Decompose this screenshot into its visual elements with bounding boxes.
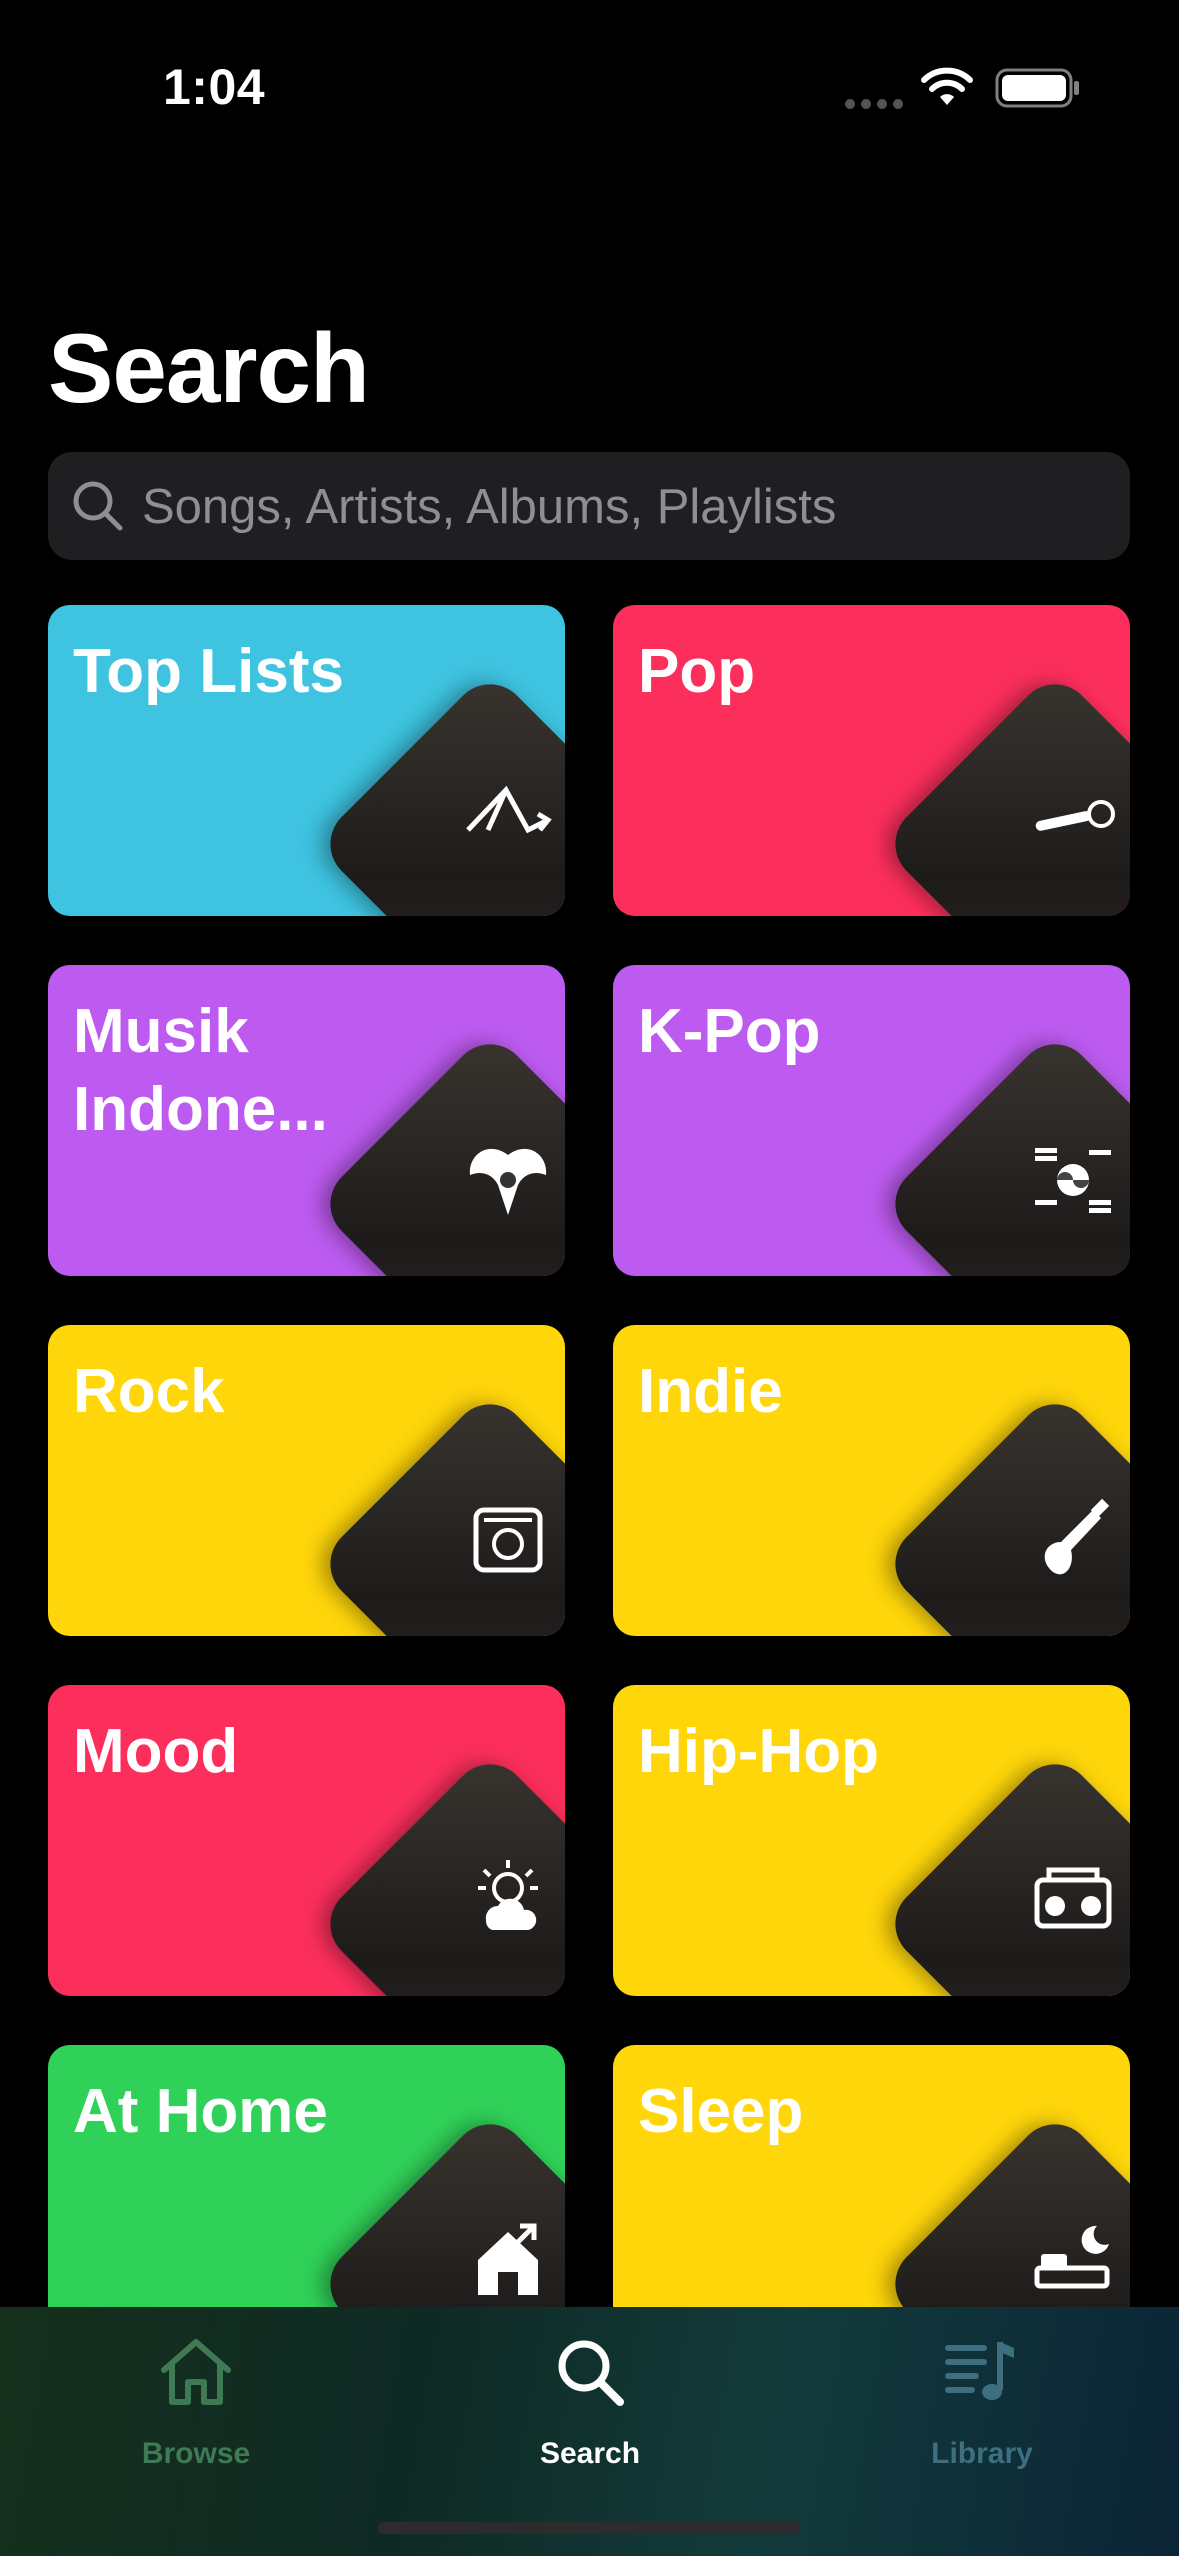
tab-search[interactable]: Search xyxy=(460,2327,720,2497)
category-label: Sleep xyxy=(638,2077,804,2146)
status-bar: 1:04 xyxy=(0,0,1179,170)
battery-icon xyxy=(995,68,1079,108)
category-label: Mood xyxy=(73,1717,239,1786)
sun-cloud-icon xyxy=(478,1860,538,1930)
category-tile[interactable]: At Home xyxy=(48,2045,565,2315)
category-tile[interactable]: Musik Indone... xyxy=(48,965,565,1276)
bed-moon-icon xyxy=(1034,2225,1110,2289)
boombox-icon xyxy=(1034,1867,1112,1929)
category-tile[interactable]: Pop xyxy=(613,605,1130,916)
house-arrow-icon xyxy=(478,2223,538,2295)
category-tile[interactable]: K-Pop xyxy=(613,965,1130,1276)
category-label: Indie xyxy=(638,1357,783,1426)
chart-arrows-icon xyxy=(466,785,552,834)
search-icon xyxy=(73,481,123,531)
garuda-icon xyxy=(469,1148,547,1215)
category-label: Musik Indone... xyxy=(73,997,328,1144)
amplifier-icon xyxy=(473,1507,543,1573)
home-indicator xyxy=(378,2522,800,2534)
home-icon xyxy=(161,2339,231,2405)
category-label: K-Pop xyxy=(638,997,821,1066)
tab-label: Browse xyxy=(141,2437,251,2470)
tab-label: Library xyxy=(931,2437,1033,2470)
category-label: Hip-Hop xyxy=(638,1717,880,1786)
music-library-icon xyxy=(945,2342,1014,2400)
category-tile[interactable]: Rock xyxy=(48,1325,565,1636)
category-grid: Top Lists Pop Musik Indone... K-Pop Rock Indi… xyxy=(48,605,1130,2315)
wifi-icon xyxy=(921,67,973,105)
category-label: Pop xyxy=(638,637,756,706)
category-tile[interactable]: Indie xyxy=(613,1325,1130,1636)
tab-browse[interactable]: Browse xyxy=(66,2327,326,2497)
page-title: Search xyxy=(48,313,370,423)
category-label: At Home xyxy=(73,2077,328,2146)
tab-label: Search xyxy=(539,2437,641,2470)
category-tile[interactable]: Sleep xyxy=(613,2045,1130,2315)
tab-bar: Browse Search Library xyxy=(0,2307,1179,2556)
category-tile[interactable]: Top Lists xyxy=(48,605,565,916)
electric-guitar-icon xyxy=(1044,1498,1110,1575)
search-input[interactable] xyxy=(140,452,1104,562)
microphone-icon xyxy=(1035,800,1115,831)
cellular-signal-icon xyxy=(845,96,909,114)
search-bar[interactable] xyxy=(48,452,1130,562)
category-label: Top Lists xyxy=(73,637,344,706)
search-icon xyxy=(558,2340,624,2406)
category-tile[interactable]: Hip-Hop xyxy=(613,1685,1130,1996)
tab-library[interactable]: Library xyxy=(852,2327,1112,2497)
korea-flag-icon xyxy=(1035,1148,1111,1213)
status-time: 1:04 xyxy=(163,59,266,115)
category-label: Rock xyxy=(73,1357,225,1426)
category-tile[interactable]: Mood xyxy=(48,1685,565,1996)
